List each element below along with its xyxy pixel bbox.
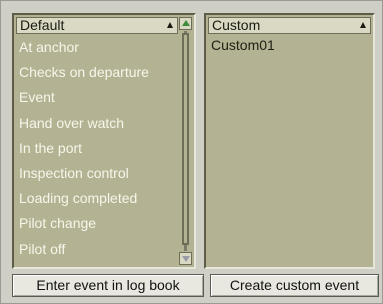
list-item[interactable]: At anchor: [17, 35, 194, 60]
create-custom-event-button[interactable]: Create custom event: [210, 274, 379, 297]
list-item[interactable]: Custom01: [209, 37, 373, 53]
sort-ascending-icon: [360, 22, 366, 28]
list-item[interactable]: Hand over watch: [17, 111, 194, 136]
default-events-list: At anchor Checks on departure Event Hand…: [17, 35, 194, 262]
default-events-panel: Default At anchor Checks on departure Ev…: [12, 13, 196, 269]
default-header-label: Default: [20, 17, 65, 33]
custom-column-header[interactable]: Custom: [208, 17, 371, 34]
default-list-scrollbar[interactable]: [179, 17, 192, 265]
custom-header-label: Custom: [212, 17, 261, 33]
scrollbar-thumb[interactable]: [182, 33, 189, 245]
list-item[interactable]: Checks on departure: [17, 60, 194, 85]
sort-ascending-icon: [167, 22, 173, 28]
scroll-up-arrow-icon[interactable]: [179, 17, 192, 30]
list-item[interactable]: In the port: [17, 136, 194, 161]
custom-events-list: Custom01: [209, 37, 373, 53]
list-item[interactable]: Pilot change: [17, 211, 194, 236]
custom-events-panel: Custom Custom01: [204, 13, 375, 269]
default-column-header[interactable]: Default: [16, 17, 178, 34]
scroll-down-arrow-icon[interactable]: [179, 252, 192, 265]
list-item[interactable]: Loading completed: [17, 186, 194, 211]
list-item[interactable]: Event: [17, 85, 194, 110]
list-item[interactable]: Inspection control: [17, 161, 194, 186]
list-item[interactable]: Pilot off: [17, 237, 194, 262]
enter-event-button[interactable]: Enter event in log book: [12, 274, 204, 297]
event-dialog: Default At anchor Checks on departure Ev…: [0, 0, 383, 304]
